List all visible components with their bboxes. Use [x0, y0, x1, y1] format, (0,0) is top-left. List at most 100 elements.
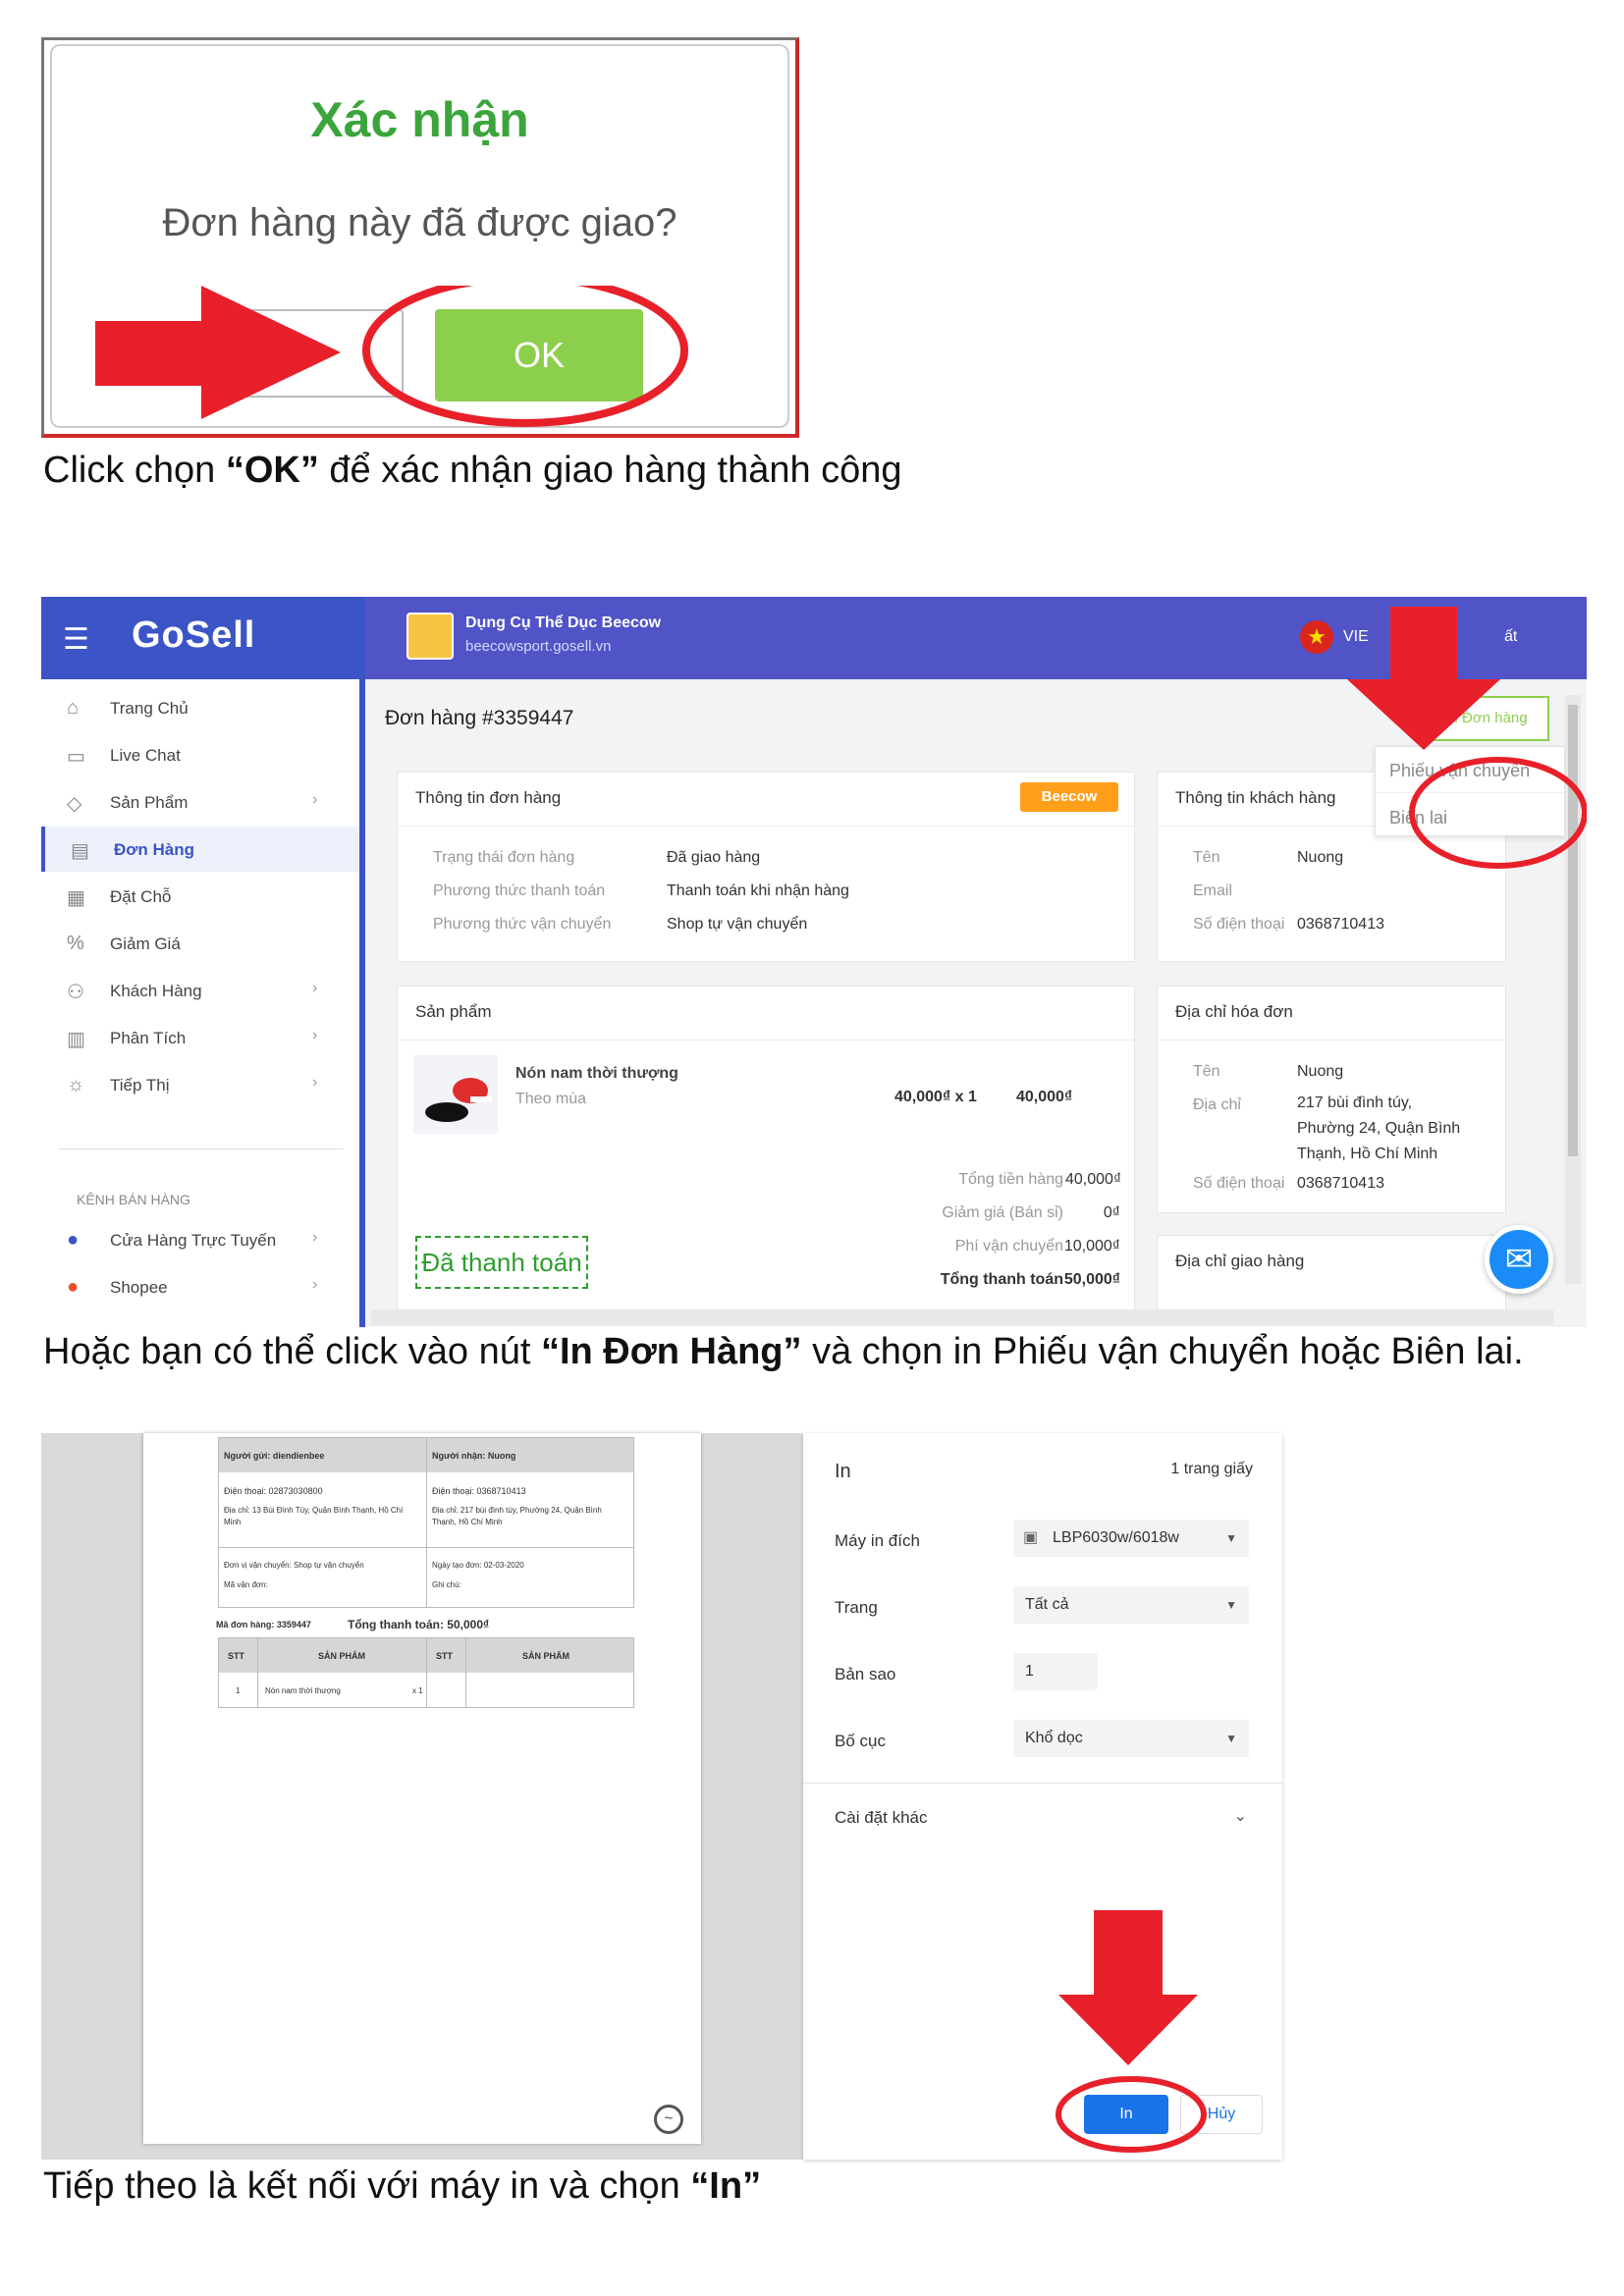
dialog-message: Đơn hàng này đã được giao?: [162, 201, 677, 244]
analytics-icon: ▥: [67, 1029, 85, 1050]
shipping-method-value: Shop tự vận chuyển: [667, 916, 808, 933]
caret-down-icon: ▼: [1225, 1598, 1237, 1612]
sidebar-item-products[interactable]: ◇ Sản Phẩm ›: [41, 779, 359, 825]
customer-phone-value: 0368710413: [1297, 916, 1384, 933]
chevron-right-icon: ›: [312, 1276, 318, 1293]
slip-receiver-phone: Điện thoại: 0368710413: [432, 1486, 526, 1496]
shipping-method-label: Phương thức vận chuyển: [433, 916, 612, 933]
slip-receiver-address: Thạnh, Hồ Chí Minh: [432, 1518, 503, 1526]
printer-value: LBP6030w/6018w: [1053, 1529, 1179, 1546]
caret-down-icon: ▼: [1225, 1531, 1237, 1545]
grand-total-value: 50,000₫: [1063, 1271, 1120, 1288]
home-icon: ⌂: [67, 697, 80, 719]
row-product: Nón nam thời thượng: [265, 1686, 341, 1695]
order-icon: ▤: [71, 840, 89, 862]
card-title: Địa chỉ giao hàng: [1175, 1252, 1305, 1270]
sidebar-item-customers[interactable]: ⚇ Khách Hàng ›: [41, 968, 359, 1013]
print-title: In: [835, 1461, 851, 1482]
sidebar-item-orders[interactable]: ▤ Đơn Hàng: [41, 827, 359, 872]
slip-total: Tổng thanh toán: 50,000₫: [348, 1618, 490, 1631]
messenger-icon[interactable]: ~: [654, 2105, 683, 2134]
annotation-overlay: [1347, 607, 1587, 869]
slip-receiver: Người nhận: Nuong: [432, 1451, 516, 1461]
card-title: Thông tin đơn hàng: [415, 788, 562, 807]
billing-phone-value: 0368710413: [1297, 1175, 1384, 1192]
sales-channel-heading: KÊNH BÁN HÀNG: [77, 1192, 190, 1207]
product-qty-price: 40,000₫ x 1: [894, 1089, 977, 1105]
sidebar-item-analytics[interactable]: ▥ Phân Tích ›: [41, 1015, 359, 1060]
sidebar-item-marketing[interactable]: ☼ Tiếp Thị ›: [41, 1062, 359, 1107]
discount-label: Giảm giá (Bán sỉ): [942, 1204, 1063, 1221]
chevron-right-icon: ›: [312, 1074, 318, 1091]
cap-image-icon: [425, 1078, 492, 1122]
annotation-arrow: [95, 286, 341, 419]
sidebar-item-home[interactable]: ⌂ Trang Chủ: [41, 685, 359, 730]
grand-total-label: Tổng thanh toán: [940, 1271, 1063, 1288]
printer-select[interactable]: ▣ LBP6030w/6018w ▼: [1013, 1520, 1249, 1557]
order-status-value: Đã giao hàng: [667, 849, 761, 866]
slip-divider: [218, 1547, 634, 1548]
customer-name-label: Tên: [1193, 849, 1220, 866]
order-info-card: Thông tin đơn hàng Beecow Trạng thái đơn…: [397, 772, 1135, 962]
product-line-total: 40,000₫: [1016, 1089, 1073, 1105]
chevron-right-icon: ›: [312, 791, 318, 808]
marketing-icon: ☼: [67, 1074, 85, 1095]
annotation-ellipse: [1409, 757, 1587, 869]
preview-page: Người gửi: diendienbee Người nhận: Nuong…: [143, 1433, 701, 2144]
layout-select[interactable]: Khổ dọc ▼: [1013, 1720, 1249, 1757]
sidebar-item-live-chat[interactable]: ▭ Live Chat: [41, 732, 359, 777]
copies-label: Bản sao: [835, 1665, 896, 1683]
sidebar-item-online-store[interactable]: ● Cửa Hàng Trực Tuyến ›: [41, 1217, 359, 1262]
order-status-label: Trạng thái đơn hàng: [433, 849, 575, 866]
sidebar-item-shopee[interactable]: ● Shopee ›: [41, 1264, 359, 1309]
products-card: Sản phẩm Nón nam thời thượng Theo mùa 40…: [397, 986, 1135, 1311]
billing-address-label: Địa chỉ: [1193, 1096, 1241, 1113]
subtotal-value: 40,000₫: [1065, 1171, 1122, 1188]
billing-address-line: Phường 24, Quận Bình: [1297, 1120, 1461, 1137]
print-settings-panel: In 1 trang giấy Máy in đích ▣ LBP6030w/6…: [803, 1433, 1282, 2160]
shop-url: beecowsport.gosell.vn: [465, 638, 612, 655]
channel-badge: Beecow: [1020, 782, 1118, 812]
annotation-ellipse: [362, 286, 688, 427]
gosell-admin-screenshot: ☰ GoSell Dụng Cụ Thể Dục Beecow beecowsp…: [41, 597, 1587, 1327]
order-title: Đơn hàng #3359447: [385, 707, 574, 729]
tag-icon: ◇: [67, 793, 82, 815]
pages-select[interactable]: Tất cả ▼: [1013, 1586, 1249, 1624]
store-icon: ●: [67, 1229, 80, 1251]
card-divider: [398, 1040, 1134, 1041]
slip-created-date: Ngày tạo đơn: 02-03-2020: [432, 1561, 524, 1570]
annotation-arrow: [1058, 1910, 1198, 2065]
chevron-right-icon: ›: [312, 1027, 318, 1043]
slip-order-number: Mã đơn hàng: 3359447: [216, 1620, 311, 1629]
discount-value: 0₫: [1103, 1204, 1120, 1221]
more-settings[interactable]: Cài đặt khác: [835, 1808, 928, 1828]
copies-input[interactable]: 1: [1013, 1653, 1098, 1690]
slip-divider: [426, 1437, 427, 1608]
calendar-icon: ▦: [67, 887, 85, 909]
shop-name: Dụng Cụ Thể Dục Beecow: [465, 614, 662, 631]
subtotal-label: Tổng tiền hàng: [958, 1171, 1063, 1188]
card-title: Địa chỉ hóa đơn: [1175, 1002, 1293, 1021]
table-col-line: [426, 1637, 427, 1708]
card-title: Sản phẩm: [415, 1002, 492, 1021]
slip-sender-address: Địa chỉ: 13 Bùi Đình Túy, Quận Bình Thạn…: [224, 1506, 404, 1515]
logo-area: ☰ GoSell: [41, 597, 365, 679]
chevron-down-icon[interactable]: ⌄: [1234, 1806, 1247, 1826]
sidebar-item-discount[interactable]: % Giảm Giá: [41, 921, 359, 966]
caret-down-icon: ▼: [1225, 1732, 1237, 1745]
messenger-icon[interactable]: ✉: [1485, 1225, 1553, 1294]
slip-sender: Người gửi: diendienbee: [224, 1451, 325, 1461]
printer-icon: ▣: [1023, 1529, 1039, 1546]
step2-caption: Hoặc bạn có thể click vào nút “In Đơn Hà…: [43, 1331, 1524, 1372]
menu-icon[interactable]: ☰: [63, 622, 89, 657]
sidebar-item-booking[interactable]: ▦ Đặt Chỗ: [41, 874, 359, 919]
annotation-overlay: [1056, 1910, 1207, 2153]
layout-label: Bố cục: [835, 1732, 886, 1750]
users-icon: ⚇: [67, 982, 84, 1003]
billing-phone-label: Số điện thoại: [1193, 1175, 1285, 1192]
product-name[interactable]: Nón nam thời thượng: [515, 1065, 678, 1083]
horizontal-scrollbar[interactable]: [371, 1309, 1553, 1325]
slip-note: Ghi chú:: [432, 1580, 461, 1589]
billing-address-line: Thạnh, Hồ Chí Minh: [1297, 1146, 1438, 1162]
printer-label: Máy in đích: [835, 1531, 920, 1550]
